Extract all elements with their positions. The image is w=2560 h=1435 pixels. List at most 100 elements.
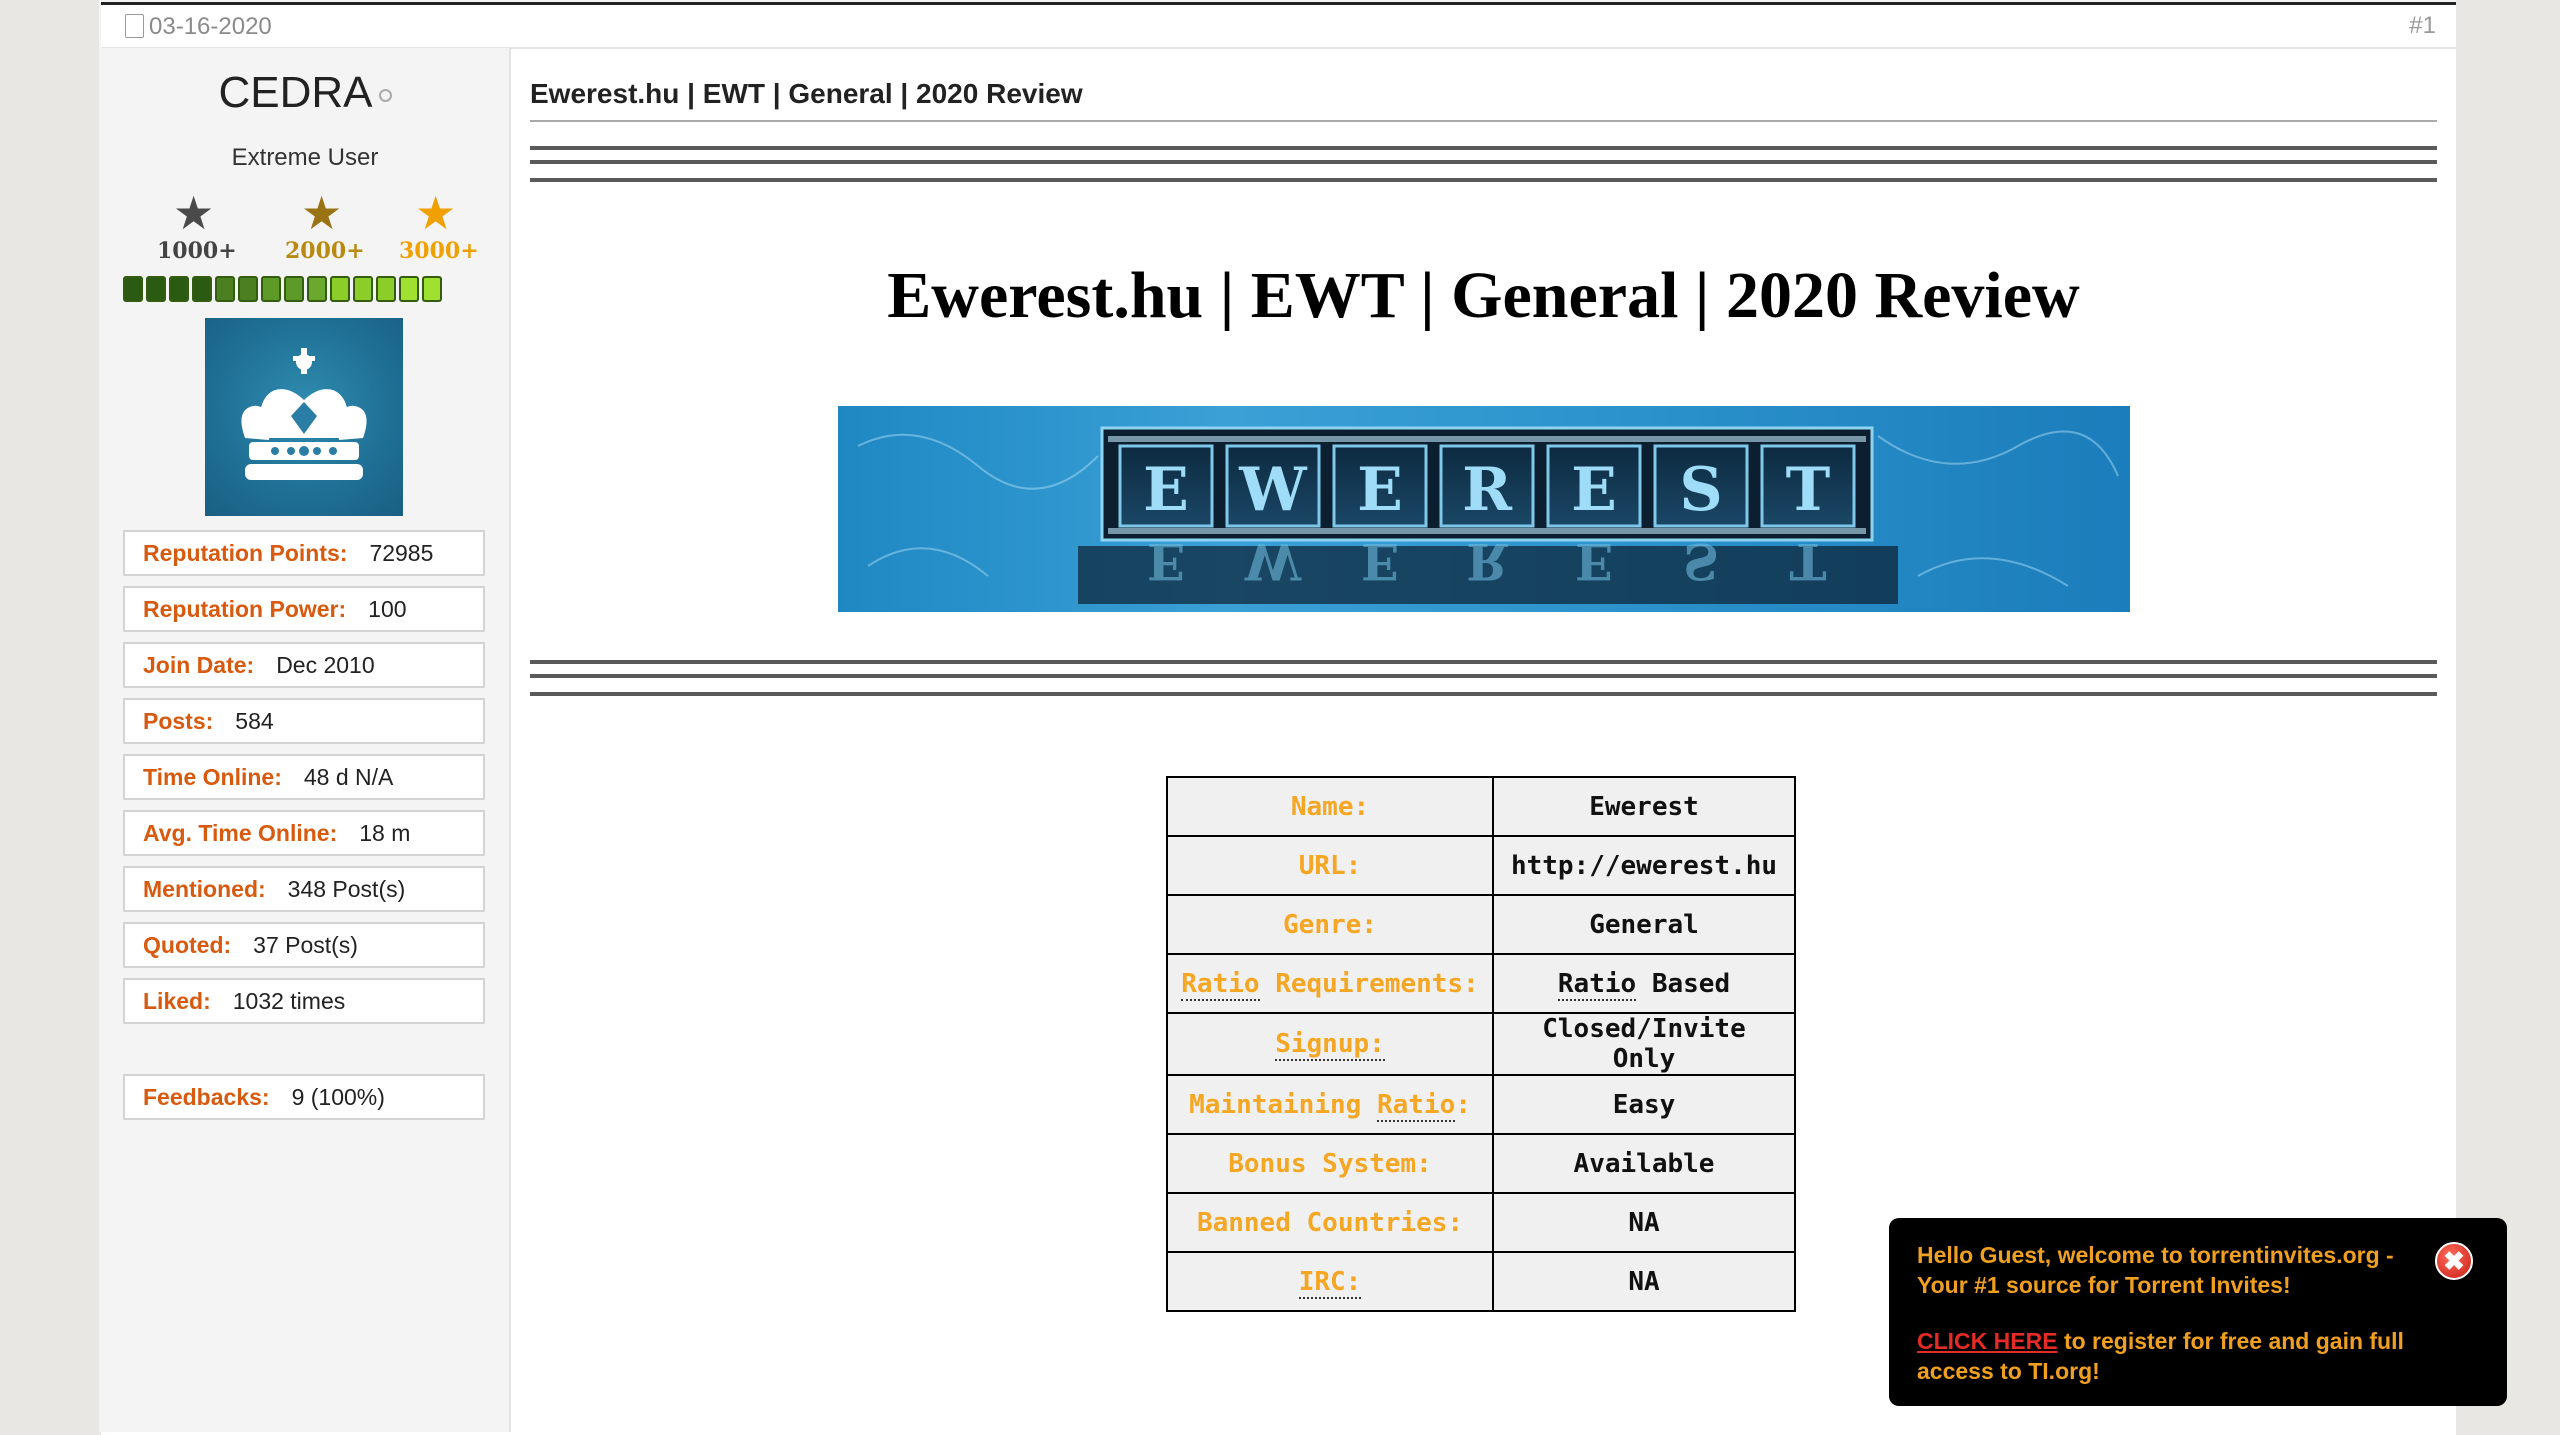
- cell-text: http://ewerest.hu: [1510, 850, 1778, 881]
- review-row: Ratio Requirements: Ratio Based: [1166, 953, 1796, 1014]
- banner-letter-reflection: E: [1575, 532, 1613, 591]
- star-label: 2000+: [285, 238, 365, 264]
- review-value: Available: [1492, 1133, 1796, 1194]
- stat-value: 100: [368, 596, 407, 622]
- feedback-box: Feedbacks: 9 (100%): [123, 1074, 485, 1120]
- glossary-term[interactable]: Ratio: [1557, 968, 1637, 1001]
- feedback-value[interactable]: 9 (100%): [292, 1084, 385, 1110]
- cell-text: NA: [1628, 1207, 1660, 1238]
- review-key: Signup:: [1166, 1012, 1494, 1076]
- stat-label: Liked:: [143, 988, 211, 1014]
- star-icon: ★: [173, 187, 215, 239]
- banner-letter-reflection: S: [1683, 532, 1719, 591]
- banner-letter-reflection: E: [1147, 532, 1185, 591]
- reputation-segment: [169, 276, 189, 302]
- stat-label: Join Date:: [143, 652, 255, 678]
- review-row: Bonus System: Available: [1166, 1133, 1796, 1194]
- review-row: Name: Ewerest: [1166, 776, 1796, 837]
- cell-text: Based: [1636, 968, 1731, 999]
- username-line: CEDRA: [101, 68, 509, 118]
- popup-message: Hello Guest, welcome to torrentinvites.o…: [1917, 1242, 2394, 1298]
- review-key: URL:: [1166, 835, 1494, 896]
- cell-text: Easy: [1612, 1089, 1676, 1120]
- banner-letter: E: [1143, 455, 1189, 525]
- stat-label: Posts:: [143, 708, 214, 734]
- review-key: Name:: [1166, 776, 1494, 837]
- username-link[interactable]: CEDRA: [218, 68, 372, 117]
- post-date: 03-16-2020: [125, 13, 272, 41]
- document-icon: [125, 14, 144, 38]
- stat-row: Avg. Time Online: 18 m: [123, 810, 485, 856]
- stat-row: Time Online: 48 d N/A: [123, 754, 485, 800]
- stat-label: Reputation Power:: [143, 596, 347, 622]
- avatar[interactable]: [205, 318, 403, 516]
- post-number-link[interactable]: #1: [2409, 12, 2436, 40]
- cell-text: Available: [1573, 1148, 1715, 1179]
- review-key: Genre:: [1166, 894, 1494, 955]
- review-value: General: [1492, 894, 1796, 955]
- banner-letter: T: [1786, 455, 1831, 525]
- stat-row: Join Date: Dec 2010: [123, 642, 485, 688]
- cell-text: Requirements:: [1259, 968, 1479, 999]
- stat-value: 1032 times: [232, 988, 346, 1014]
- reputation-segment: [284, 276, 304, 302]
- ewerest-banner: EEWWEERREESSTT: [838, 406, 2130, 612]
- banner-letter: E: [1571, 455, 1617, 525]
- stat-value: Dec 2010: [276, 652, 375, 678]
- reputation-segment: [238, 276, 258, 302]
- register-link[interactable]: CLICK HERE: [1917, 1328, 2058, 1354]
- glossary-term[interactable]: Ratio: [1376, 1089, 1456, 1122]
- stat-value: 72985: [369, 540, 434, 566]
- review-row: Genre: General: [1166, 894, 1796, 955]
- review-value: http://ewerest.hu: [1492, 835, 1796, 896]
- cell-text: Genre:: [1283, 909, 1377, 940]
- stat-label: Quoted:: [143, 932, 232, 958]
- cell-text: Maintaining: [1189, 1089, 1377, 1120]
- review-key: Maintaining Ratio:: [1166, 1074, 1494, 1135]
- banner-letter: E: [1357, 455, 1403, 525]
- review-row: Banned Countries: NA: [1166, 1192, 1796, 1253]
- user-info-panel: CEDRA Extreme User ★ 1000+ ★ 2000+ ★ 300…: [101, 48, 511, 1432]
- banner-letter-reflection: E: [1361, 532, 1399, 591]
- cell-text: NA: [1628, 1266, 1660, 1297]
- cell-text: Name:: [1290, 791, 1370, 822]
- review-row: Maintaining Ratio: Easy: [1166, 1074, 1796, 1135]
- stat-value: 18 m: [359, 820, 411, 846]
- cell-text: Bonus System:: [1228, 1148, 1432, 1179]
- star-label: 3000+: [399, 238, 479, 264]
- glossary-term[interactable]: Ratio: [1181, 968, 1260, 1001]
- stat-value: 37 Post(s): [253, 932, 358, 958]
- stat-row: Mentioned: 348 Post(s): [123, 866, 485, 912]
- review-value: Ewerest: [1492, 776, 1796, 837]
- offline-status-icon: [378, 88, 392, 102]
- review-key: IRC:: [1166, 1251, 1494, 1312]
- star-label: 1000+: [157, 238, 237, 264]
- review-heading: Ewerest.hu | EWT | General | 2020 Review: [887, 259, 2080, 332]
- cell-text: Banned Countries:: [1196, 1207, 1464, 1238]
- banner-letter-reflection: W: [1244, 532, 1302, 591]
- review-row: Signup: Closed/Invite Only: [1166, 1012, 1796, 1076]
- cell-text: :: [1455, 1089, 1471, 1120]
- title-divider: [530, 120, 2437, 122]
- glossary-term[interactable]: IRC:: [1298, 1266, 1362, 1299]
- reputation-bar: [123, 276, 442, 302]
- stat-row: Quoted: 37 Post(s): [123, 922, 485, 968]
- user-title: Extreme User: [231, 144, 379, 171]
- stat-row: Posts: 584: [123, 698, 485, 744]
- glossary-term[interactable]: Signup:: [1275, 1029, 1385, 1061]
- reputation-segment: [261, 276, 281, 302]
- feedback-label[interactable]: Feedbacks:: [143, 1084, 270, 1110]
- review-value: Easy: [1492, 1074, 1796, 1135]
- stat-value: 584: [235, 708, 274, 734]
- banner-graphic: EEWWEERREESSTT: [857, 426, 2119, 604]
- stat-label: Reputation Points:: [143, 540, 348, 566]
- review-row: URL: http://ewerest.hu: [1166, 835, 1796, 896]
- close-icon[interactable]: ✖: [2435, 1242, 2473, 1280]
- crown-icon: [241, 348, 367, 480]
- banner-letter: W: [1238, 455, 1308, 525]
- divider: [530, 660, 2437, 664]
- stat-value: 48 d N/A: [303, 764, 394, 790]
- review-row: IRC: NA: [1166, 1251, 1796, 1312]
- reputation-segment: [399, 276, 419, 302]
- reputation-segment: [330, 276, 350, 302]
